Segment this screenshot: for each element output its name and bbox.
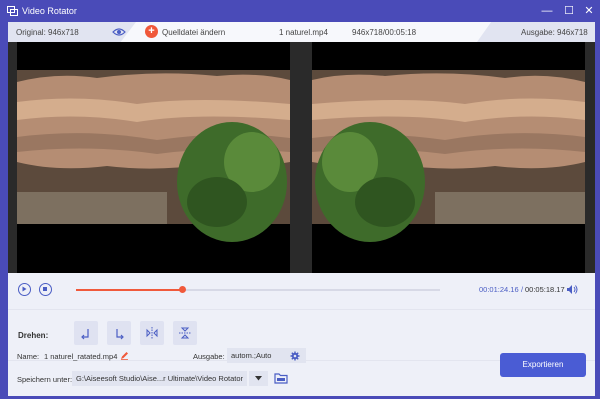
- title-bar: Video Rotator — ☐ ✕: [0, 0, 600, 22]
- window-title: Video Rotator: [22, 6, 77, 16]
- format-label: Ausgabe:: [193, 352, 225, 361]
- maximize-button[interactable]: ☐: [562, 4, 576, 18]
- time-separator: /: [521, 285, 524, 294]
- current-time: 00:01:24.16: [479, 285, 519, 294]
- minimize-button[interactable]: —: [540, 4, 554, 18]
- file-resolution-duration: 946x718/00:05:18: [352, 28, 417, 37]
- video-preview: [8, 42, 595, 273]
- video-thumbnail-output: [312, 70, 585, 242]
- plus-icon[interactable]: +: [145, 25, 158, 38]
- format-value: autom.;Auto: [231, 351, 272, 360]
- window-icon: [7, 6, 18, 16]
- original-video-frame: [17, 42, 290, 273]
- save-path-dropdown[interactable]: [249, 371, 268, 386]
- total-time: 00:05:18.17: [525, 285, 565, 294]
- folder-icon[interactable]: [274, 372, 288, 384]
- output-name: 1 naturel_ratated.mp4: [44, 352, 118, 361]
- dropdown-icon: [255, 376, 262, 381]
- main-content: Original: 946x718 + Quelldatei ändern 1 …: [8, 22, 595, 396]
- save-label: Speichern unter:: [17, 375, 73, 384]
- name-label: Name:: [17, 352, 40, 361]
- flip-vertical-icon[interactable]: [173, 321, 197, 345]
- app-window: Video Rotator — ☐ ✕ Original: 946x718 + …: [0, 0, 600, 399]
- info-bar: Original: 946x718 + Quelldatei ändern 1 …: [8, 22, 595, 42]
- rotate-label: Drehen:: [18, 331, 49, 340]
- edit-icon[interactable]: [120, 351, 129, 360]
- gear-icon[interactable]: [290, 351, 300, 361]
- save-path: G:\Aiseesoft Studio\Aise...r Ultimate\Vi…: [76, 374, 244, 383]
- progress-fill: [76, 289, 182, 291]
- playback-controls: 00:01:24.16 / 00:05:18.17: [8, 273, 595, 309]
- close-button[interactable]: ✕: [582, 4, 596, 18]
- progress-bar[interactable]: [76, 286, 440, 293]
- video-thumbnail: [17, 70, 290, 242]
- eye-icon[interactable]: [112, 27, 126, 37]
- rotate-right-icon[interactable]: [107, 321, 131, 345]
- export-button[interactable]: Exportieren: [500, 353, 586, 377]
- output-resolution: Ausgabe: 946x718: [521, 28, 588, 37]
- volume-icon[interactable]: [566, 284, 578, 295]
- flip-horizontal-icon[interactable]: [140, 321, 164, 345]
- file-name: 1 naturel.mp4: [279, 28, 328, 37]
- stop-icon[interactable]: [39, 283, 52, 296]
- original-resolution: Original: 946x718: [16, 28, 79, 37]
- change-source-button[interactable]: Quelldatei ändern: [162, 28, 225, 37]
- rotate-left-icon[interactable]: [74, 321, 98, 345]
- save-path-field[interactable]: G:\Aiseesoft Studio\Aise...r Ultimate\Vi…: [72, 371, 247, 386]
- output-video-frame: [312, 42, 585, 273]
- progress-handle[interactable]: [179, 286, 186, 293]
- play-icon[interactable]: [18, 283, 31, 296]
